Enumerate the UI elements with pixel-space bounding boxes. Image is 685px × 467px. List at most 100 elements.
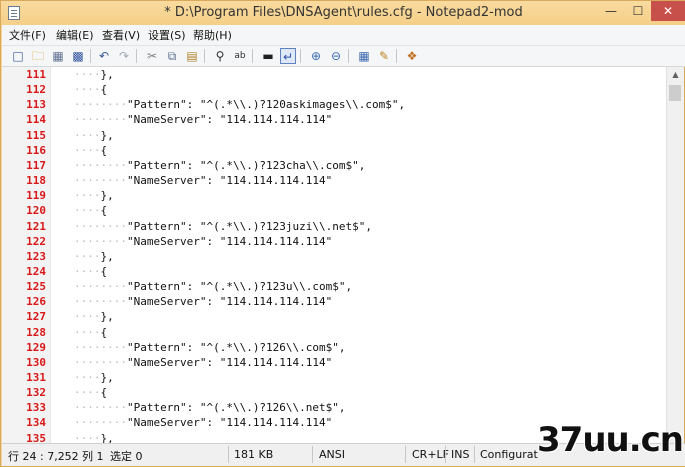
code-line[interactable]: ····}, xyxy=(74,370,114,385)
menu-view[interactable]: 查看(V) xyxy=(102,27,140,43)
redo-icon[interactable]: ↷ xyxy=(116,48,132,64)
toolbar-separator xyxy=(348,49,349,63)
whitespace-marker: ········ xyxy=(74,401,127,414)
code-text: }, xyxy=(100,371,114,384)
undo-icon[interactable]: ↶ xyxy=(96,48,112,64)
code-line[interactable]: ····}, xyxy=(74,188,114,203)
code-text: "NameServer": "114.114.114.114" xyxy=(126,416,333,429)
toolbar-separator xyxy=(90,49,91,63)
code-text: "Pattern": "^(.*\\.)?126\\.net$", xyxy=(126,401,346,414)
menu-file[interactable]: 文件(F) xyxy=(9,27,46,43)
browse-icon[interactable]: ▦ xyxy=(50,48,66,64)
open-file-icon[interactable]: 🗀 xyxy=(30,48,46,64)
whitespace-marker: ···· xyxy=(74,326,101,339)
code-text: }, xyxy=(100,250,114,263)
line-number: 121 xyxy=(26,220,46,233)
scroll-up-arrow-icon[interactable]: ▲ xyxy=(667,67,684,83)
code-line[interactable]: ····}, xyxy=(74,249,114,264)
menu-edit[interactable]: 编辑(E) xyxy=(56,27,94,43)
code-line[interactable]: ········"NameServer": "114.114.114.114" xyxy=(74,415,332,430)
zoom-in-icon[interactable]: ⊕ xyxy=(308,48,324,64)
code-line[interactable]: ····}, xyxy=(74,128,114,143)
toolbar-separator xyxy=(252,49,253,63)
code-line[interactable]: ····{ xyxy=(74,385,107,400)
always-on-top-icon[interactable]: ❖ xyxy=(404,48,420,64)
code-text: { xyxy=(100,265,108,278)
notepad-window: * D:\Program Files\DNSAgent\rules.cfg - … xyxy=(0,0,685,467)
line-number: 118 xyxy=(26,174,46,187)
code-text: }, xyxy=(100,189,114,202)
status-selection: 选定 0 xyxy=(110,450,143,463)
code-line[interactable]: ········"NameServer": "114.114.114.114" xyxy=(74,294,332,309)
code-line[interactable]: ········"NameServer": "114.114.114.114" xyxy=(74,173,332,188)
toolbar: □ 🗀 ▦ ▩ ↶ ↷ ✂ ⧉ ▤ ⚲ ab ▬ ↵ ⊕ ⊖ ▦ ✎ ❖ xyxy=(2,46,685,67)
code-line[interactable]: ····}, xyxy=(74,431,114,443)
code-text: "NameServer": "114.114.114.114" xyxy=(126,235,333,248)
title-bar[interactable]: * D:\Program Files\DNSAgent\rules.cfg - … xyxy=(1,1,685,25)
menu-bar: 文件(F) 编辑(E) 查看(V) 设置(S) 帮助(H) xyxy=(2,25,685,46)
code-line[interactable]: ····{ xyxy=(74,82,107,97)
code-line[interactable]: ········"Pattern": "^(.*\\.)?120askimage… xyxy=(74,97,405,112)
scheme-icon[interactable]: ▦ xyxy=(356,48,372,64)
code-text: }, xyxy=(100,310,114,323)
line-number: 114 xyxy=(26,113,46,126)
code-text: }, xyxy=(100,129,114,142)
word-wrap-icon[interactable]: ▬ xyxy=(260,48,276,64)
code-line[interactable]: ········"NameServer": "114.114.114.114" xyxy=(74,234,332,249)
maximize-button[interactable]: ☐ xyxy=(625,1,651,21)
zoom-out-icon[interactable]: ⊖ xyxy=(328,48,344,64)
line-number: 123 xyxy=(26,250,46,263)
minimize-button[interactable]: — xyxy=(597,1,625,21)
site-watermark: 37uu.cn xyxy=(537,420,684,460)
status-column: 列 1 xyxy=(82,450,104,463)
status-line-ending[interactable]: CR+LF xyxy=(412,448,449,461)
code-line[interactable]: ········"Pattern": "^(.*\\.)?126\\.com$"… xyxy=(74,340,346,355)
menu-help[interactable]: 帮助(H) xyxy=(193,27,232,43)
vertical-scrollbar[interactable]: ▲ ▼ xyxy=(666,67,684,443)
code-line[interactable]: ········"Pattern": "^(.*\\.)?123juzi\\.n… xyxy=(74,219,372,234)
line-number: 119 xyxy=(26,189,46,202)
code-text: "Pattern": "^(.*\\.)?123juzi\\.net$", xyxy=(126,220,373,233)
code-line[interactable]: ····{ xyxy=(74,203,107,218)
code-line[interactable]: ········"NameServer": "114.114.114.114" xyxy=(74,112,332,127)
code-line[interactable]: ········"Pattern": "^(.*\\.)?126\\.net$"… xyxy=(74,400,346,415)
code-line[interactable]: ····}, xyxy=(74,67,114,82)
toolbar-separator xyxy=(300,49,301,63)
status-scheme[interactable]: Configuration xyxy=(480,448,538,461)
whitespace-marker: ········ xyxy=(74,280,127,293)
status-encoding[interactable]: ANSI xyxy=(319,448,345,461)
menu-settings[interactable]: 设置(S) xyxy=(148,27,186,43)
code-text: { xyxy=(100,326,108,339)
code-text: "Pattern": "^(.*\\.)?120askimages\\.com$… xyxy=(126,98,406,111)
save-icon[interactable]: ▩ xyxy=(70,48,86,64)
whitespace-marker: ···· xyxy=(74,386,101,399)
customize-icon[interactable]: ✎ xyxy=(376,48,392,64)
code-line[interactable]: ········"NameServer": "114.114.114.114" xyxy=(74,355,332,370)
line-number: 130 xyxy=(26,356,46,369)
toolbar-separator xyxy=(204,49,205,63)
line-number: 131 xyxy=(26,371,46,384)
whitespace-marker: ···· xyxy=(74,250,101,263)
find-icon[interactable]: ⚲ xyxy=(212,48,228,64)
line-number: 120 xyxy=(26,204,46,217)
status-insert-mode[interactable]: INS xyxy=(451,448,469,461)
status-size: 181 KB xyxy=(234,448,274,461)
code-line[interactable]: ····{ xyxy=(74,264,107,279)
scrollbar-thumb[interactable] xyxy=(669,85,681,101)
code-line[interactable]: ····{ xyxy=(74,143,107,158)
cut-icon[interactable]: ✂ xyxy=(144,48,160,64)
replace-icon[interactable]: ab xyxy=(232,48,248,64)
view-whitespace-icon[interactable]: ↵ xyxy=(280,48,296,64)
paste-icon[interactable]: ▤ xyxy=(184,48,200,64)
close-button[interactable]: ✕ xyxy=(651,1,685,21)
toolbar-separator xyxy=(396,49,397,63)
code-line[interactable]: ········"Pattern": "^(.*\\.)?123cha\\.co… xyxy=(74,158,365,173)
code-line[interactable]: ····{ xyxy=(74,325,107,340)
code-line[interactable]: ········"Pattern": "^(.*\\.)?123u\\.com$… xyxy=(74,279,352,294)
line-number: 111 xyxy=(26,68,46,81)
text-editor[interactable]: 111 112 113 114 115 116 117 118 119 120 121 122 123 1… xyxy=(2,67,666,443)
new-file-icon[interactable]: □ xyxy=(10,48,26,64)
code-text: "NameServer": "114.114.114.114" xyxy=(126,356,333,369)
copy-icon[interactable]: ⧉ xyxy=(164,48,180,64)
code-line[interactable]: ····}, xyxy=(74,309,114,324)
